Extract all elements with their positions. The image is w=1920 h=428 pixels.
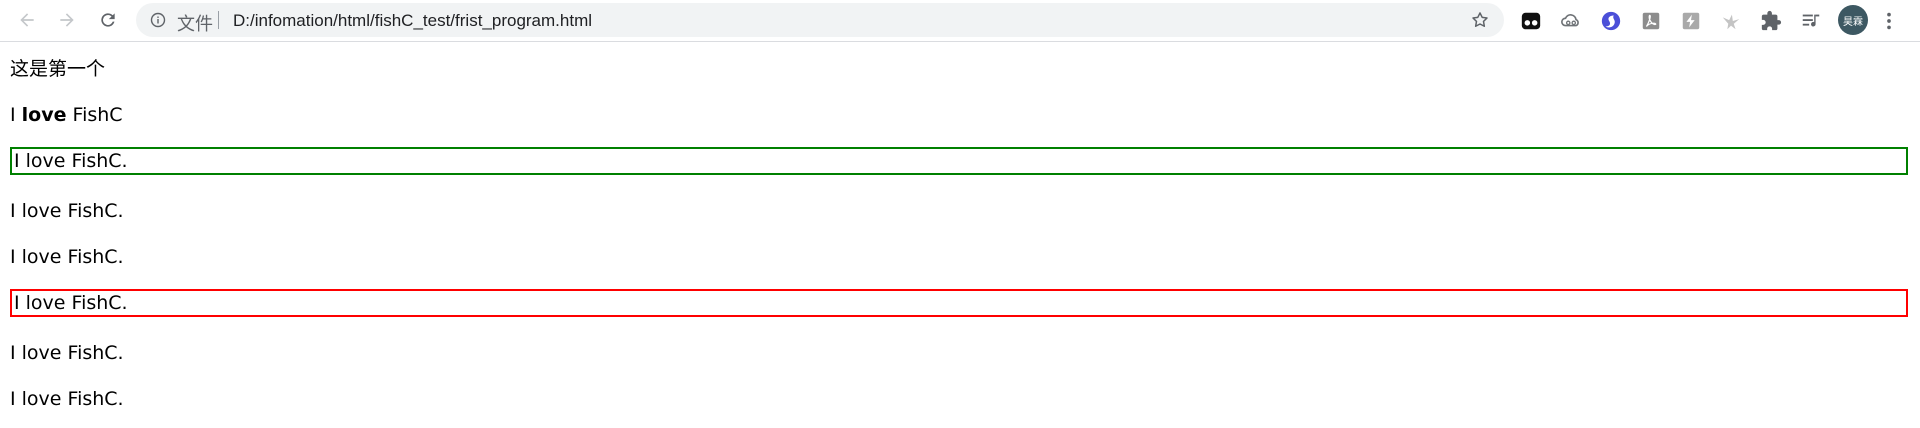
heading-line: 这是第一个 [10, 58, 106, 80]
love-prefix: I [10, 104, 22, 126]
profile-avatar[interactable]: 昊霖 [1838, 5, 1868, 35]
paragraph: I love FishC. [10, 342, 124, 364]
browser-menu-button[interactable] [1876, 8, 1902, 34]
bordered-paragraph-red: I love FishC. [10, 289, 1908, 317]
url-text[interactable]: D:/infomation/html/fishC_test/frist_prog… [233, 11, 592, 31]
omnibox-separator [218, 11, 219, 29]
lightning-icon [1682, 12, 1700, 30]
blue-swirl-icon [1601, 11, 1621, 31]
bold-love-line: I love FishC [10, 103, 123, 127]
forward-button[interactable] [52, 5, 82, 35]
extension-swirl[interactable] [1598, 8, 1624, 34]
cloud-sync-icon [1561, 14, 1579, 27]
reading-list[interactable] [1798, 8, 1824, 34]
reading-list-icon [1802, 14, 1820, 27]
avatar-text: 昊霖 [1843, 16, 1863, 28]
forward-arrow-icon [60, 13, 74, 27]
kebab-menu-icon [1887, 12, 1891, 30]
extension-pdf[interactable] [1638, 8, 1664, 34]
paragraph: I love FishC. [10, 200, 124, 222]
browser-toolbar: 文件 D:/infomation/html/fishC_test/frist_p… [0, 0, 1920, 42]
extension-tampermonkey[interactable] [1518, 8, 1544, 34]
reload-icon [101, 13, 115, 27]
love-suffix: FishC [66, 104, 123, 126]
bird-icon [1722, 14, 1740, 30]
back-arrow-icon [20, 13, 34, 27]
extension-cloud-sync[interactable] [1558, 8, 1584, 34]
extensions-menu[interactable] [1758, 8, 1784, 34]
back-button[interactable] [12, 5, 42, 35]
pdf-icon [1642, 12, 1660, 30]
love-bold: love [21, 104, 67, 126]
info-icon[interactable] [150, 12, 166, 28]
bordered-paragraph-green: I love FishC. [10, 147, 1908, 175]
reload-button[interactable] [93, 5, 123, 35]
extension-lightning[interactable] [1678, 8, 1704, 34]
extension-bird[interactable] [1718, 8, 1744, 34]
security-label: 文件 [177, 14, 213, 35]
tampermonkey-icon [1521, 12, 1541, 30]
puzzle-icon [1761, 10, 1782, 31]
bookmark-star-icon[interactable] [1470, 10, 1490, 30]
paragraph: I love FishC. [10, 246, 124, 268]
address-bar[interactable]: 文件 D:/infomation/html/fishC_test/frist_p… [136, 3, 1504, 37]
paragraph: I love FishC. [10, 388, 124, 410]
